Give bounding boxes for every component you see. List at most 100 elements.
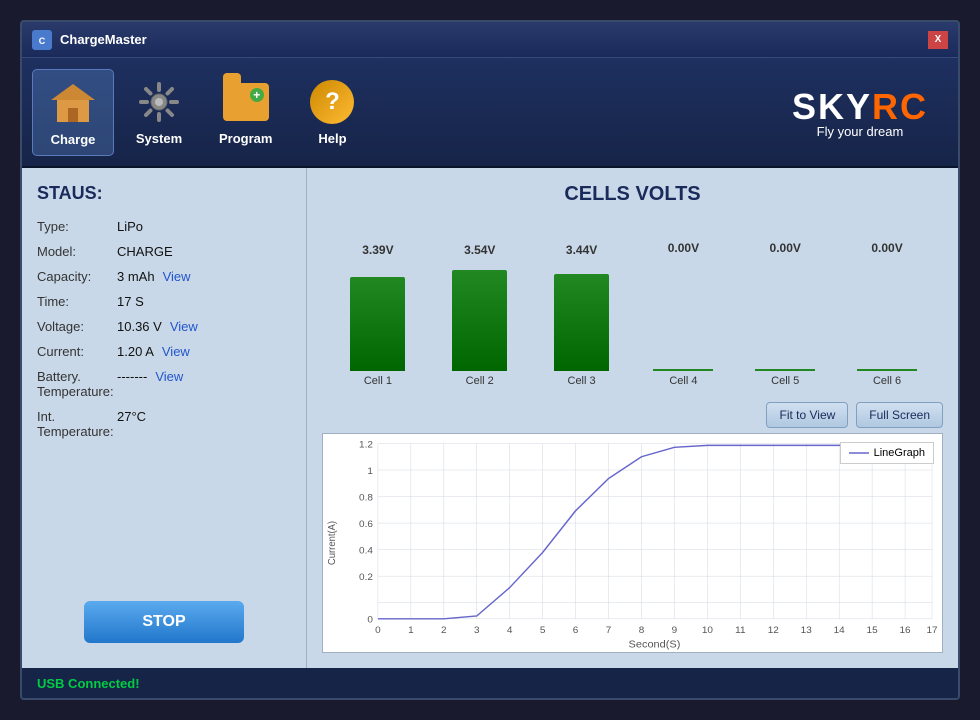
cell-1: 3.39V Cell 1	[332, 243, 424, 387]
nav-label-program: Program	[219, 131, 272, 146]
nav-label-charge: Charge	[51, 132, 96, 147]
battery-temp-label: Battery. Temperature:	[37, 369, 117, 399]
system-icon	[134, 77, 184, 127]
voltage-value: 10.36 V	[117, 319, 162, 334]
cells-area: 3.39V Cell 1 3.54V Cell 2 3.44V	[322, 221, 943, 387]
cell-3-bar	[554, 274, 609, 371]
main-window: C ChargeMaster X Charge	[20, 20, 960, 700]
brand-name: SKYRC	[792, 86, 928, 128]
svg-text:0.2: 0.2	[359, 572, 373, 583]
cell-6-voltage: 0.00V	[871, 241, 902, 255]
skyrc-logo: SKYRC Fly your dream	[792, 86, 928, 139]
svg-text:5: 5	[540, 625, 546, 636]
stop-button[interactable]: STOP	[84, 601, 244, 643]
cell-2-label: Cell 2	[466, 375, 494, 387]
cell-1-label: Cell 1	[364, 375, 392, 387]
cell-4: 0.00V Cell 4	[637, 241, 729, 387]
close-button[interactable]: X	[928, 31, 948, 49]
capacity-label: Capacity:	[37, 269, 117, 284]
title-bar: C ChargeMaster X	[22, 22, 958, 58]
svg-text:16: 16	[900, 625, 911, 636]
cell-4-line	[653, 369, 713, 371]
chart-svg: 1.2 1 0.8 0.6 0.4 0.2 0 0 1 2 3 4	[323, 434, 942, 652]
int-temp-label: Int. Temperature:	[37, 409, 117, 439]
svg-text:3: 3	[474, 625, 480, 636]
cell-6-label: Cell 6	[873, 375, 901, 387]
time-row: Time: 17 S	[37, 294, 291, 309]
svg-text:1: 1	[408, 625, 414, 636]
cell-5-line	[755, 369, 815, 371]
type-row: Type: LiPo	[37, 219, 291, 234]
cell-2: 3.54V Cell 2	[434, 243, 526, 387]
current-view-link[interactable]: View	[162, 344, 190, 359]
svg-text:4: 4	[507, 625, 513, 636]
cell-3-voltage: 3.44V	[566, 243, 597, 257]
app-icon: C	[32, 30, 52, 50]
time-label: Time:	[37, 294, 117, 309]
svg-text:Second(S): Second(S)	[629, 638, 681, 650]
nav-bar: Charge	[22, 58, 958, 168]
fit-to-view-button[interactable]: Fit to View	[766, 402, 848, 428]
svg-text:11: 11	[735, 625, 745, 636]
voltage-view-link[interactable]: View	[170, 319, 198, 334]
cell-1-bar	[350, 277, 405, 371]
svg-text:6: 6	[573, 625, 579, 636]
svg-text:C: C	[39, 36, 46, 46]
charge-icon	[48, 78, 98, 128]
svg-text:7: 7	[606, 625, 612, 636]
right-panel: CELLS VOLTS 3.39V Cell 1 3.54V	[307, 168, 958, 668]
capacity-value: 3 mAh	[117, 269, 155, 284]
status-title: STAUS:	[37, 183, 291, 204]
nav-item-help[interactable]: ? Help	[292, 69, 372, 156]
svg-text:13: 13	[801, 625, 812, 636]
svg-text:1: 1	[367, 466, 373, 477]
battery-temp-view-link[interactable]: View	[155, 369, 183, 384]
cell-5-label: Cell 5	[771, 375, 799, 387]
model-label: Model:	[37, 244, 117, 259]
svg-text:2: 2	[441, 625, 447, 636]
cell-6: 0.00V Cell 6	[841, 241, 933, 387]
svg-text:17: 17	[926, 625, 937, 636]
cell-2-bar	[452, 270, 507, 371]
chart-container: 1.2 1 0.8 0.6 0.4 0.2 0 0 1 2 3 4	[322, 433, 943, 653]
voltage-row: Voltage: 10.36 V View	[37, 319, 291, 334]
help-icon: ?	[307, 77, 357, 127]
model-value: CHARGE	[117, 244, 173, 259]
capacity-row: Capacity: 3 mAh View	[37, 269, 291, 284]
svg-text:0: 0	[367, 615, 373, 626]
cell-5: 0.00V Cell 5	[739, 241, 831, 387]
window-title: ChargeMaster	[60, 32, 928, 47]
svg-text:14: 14	[834, 625, 846, 636]
nav-label-system: System	[136, 131, 182, 146]
time-value: 17 S	[117, 294, 144, 309]
battery-temp-value: -------	[117, 369, 147, 384]
svg-text:9: 9	[672, 625, 678, 636]
current-value: 1.20 A	[117, 344, 154, 359]
status-panel: STAUS: Type: LiPo Model: CHARGE Capacity…	[22, 168, 307, 668]
svg-text:15: 15	[867, 625, 878, 636]
int-temp-row: Int. Temperature: 27°C	[37, 409, 291, 439]
model-row: Model: CHARGE	[37, 244, 291, 259]
nav-item-program[interactable]: + Program	[204, 69, 287, 156]
svg-text:1.2: 1.2	[359, 439, 373, 450]
nav-item-charge[interactable]: Charge	[32, 69, 114, 156]
svg-text:0.8: 0.8	[359, 493, 373, 504]
status-table: Type: LiPo Model: CHARGE Capacity: 3 mAh…	[37, 219, 291, 449]
cells-title: CELLS VOLTS	[322, 183, 943, 206]
current-label: Current:	[37, 344, 117, 359]
capacity-view-link[interactable]: View	[163, 269, 191, 284]
cell-4-voltage: 0.00V	[668, 241, 699, 255]
sky-text: SKY	[792, 86, 872, 127]
main-content: STAUS: Type: LiPo Model: CHARGE Capacity…	[22, 168, 958, 668]
full-screen-button[interactable]: Full Screen	[856, 402, 943, 428]
battery-temp-row: Battery. Temperature: ------- View	[37, 369, 291, 399]
nav-item-system[interactable]: System	[119, 69, 199, 156]
nav-label-help: Help	[318, 131, 346, 146]
legend-label: LineGraph	[874, 447, 925, 459]
chart-legend: LineGraph	[840, 442, 934, 464]
cell-1-voltage: 3.39V	[362, 243, 393, 257]
svg-text:0.4: 0.4	[359, 546, 373, 557]
svg-text:8: 8	[639, 625, 645, 636]
svg-text:Current(A): Current(A)	[327, 521, 338, 565]
svg-text:10: 10	[702, 625, 714, 636]
